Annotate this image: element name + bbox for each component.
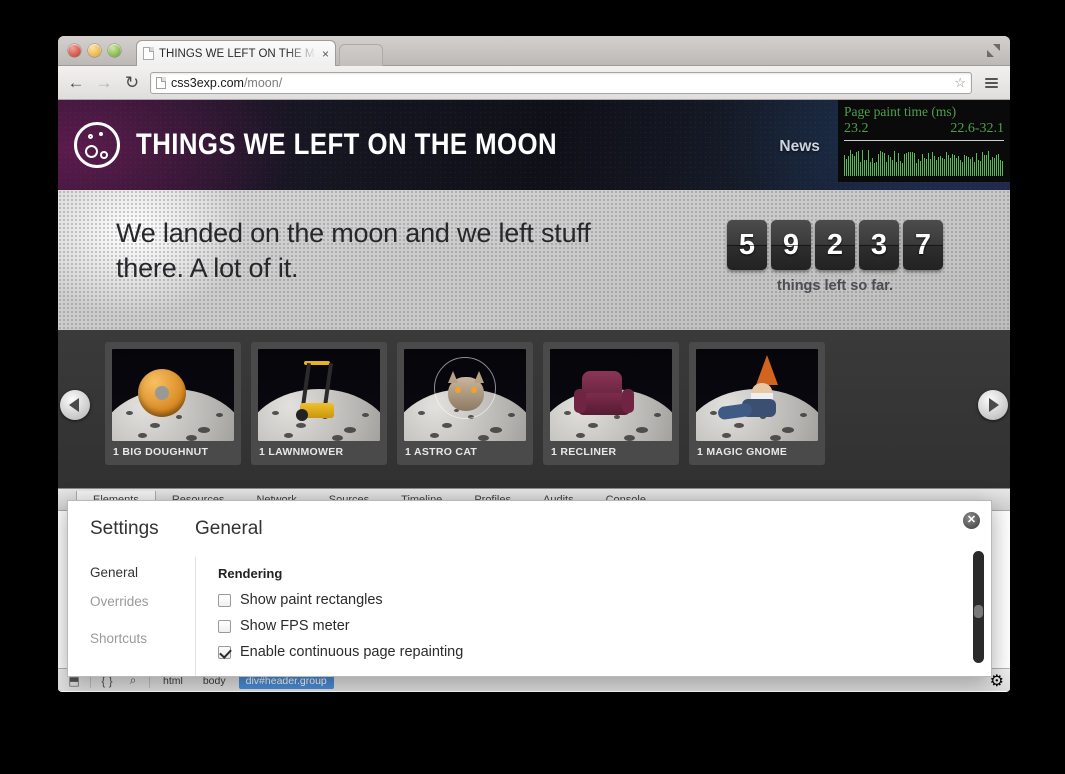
carousel-card-list: 1 BIG DOUGHNUT 1 LAWNMOWER 1 ASTRO CAT 1 RE… bbox=[105, 342, 825, 465]
browser-tab-strip: THINGS WE LEFT ON THE M × bbox=[58, 36, 1010, 66]
close-tab-icon[interactable]: × bbox=[322, 48, 329, 60]
moon-logo-icon bbox=[74, 122, 120, 168]
paint-overlay-divider bbox=[844, 139, 1004, 141]
settings-tab-overrides[interactable]: Overrides bbox=[90, 594, 195, 609]
settings-dialog: Settings General ✕ General Overrides Sho… bbox=[67, 500, 992, 677]
card-label: 1 LAWNMOWER bbox=[259, 446, 344, 458]
url-domain: css3exp.com bbox=[171, 75, 244, 90]
minimize-window-button[interactable] bbox=[88, 44, 101, 57]
site-branding[interactable]: THINGS WE LEFT ON THE MOON bbox=[74, 122, 626, 168]
paint-overlay-values: 23.2 22.6-32.1 bbox=[844, 121, 1004, 137]
settings-body: General Overrides Shortcuts Rendering Sh… bbox=[68, 551, 991, 676]
paint-time-graph bbox=[844, 149, 1004, 176]
url-path: /moon/ bbox=[243, 75, 283, 90]
settings-option-rows: Show paint rectangles Show FPS meter Enabl… bbox=[218, 592, 991, 660]
checkbox[interactable] bbox=[218, 645, 231, 659]
screenshot-root: THINGS WE LEFT ON THE M × ← → ↻ css3exp.… bbox=[0, 0, 1065, 774]
settings-page-title: General bbox=[195, 518, 263, 539]
card-label: 1 ASTRO CAT bbox=[405, 446, 478, 458]
hero-headline: We landed on the moon and we left stuff … bbox=[116, 218, 591, 283]
card-label: 1 MAGIC GNOME bbox=[697, 446, 788, 458]
menu-icon[interactable] bbox=[980, 72, 1002, 94]
maximize-icon[interactable] bbox=[987, 44, 1000, 57]
bookmark-star-icon[interactable]: ☆ bbox=[954, 75, 966, 91]
paint-current-value: 23.2 bbox=[844, 120, 869, 136]
address-bar[interactable]: css3exp.com/moon/ ☆ bbox=[150, 71, 972, 94]
browser-tab[interactable]: THINGS WE LEFT ON THE M × bbox=[136, 40, 336, 66]
counter-digit: 7 bbox=[903, 220, 943, 270]
close-icon[interactable]: ✕ bbox=[963, 512, 980, 529]
address-bar-url: css3exp.com/moon/ bbox=[171, 76, 949, 90]
paint-range-value: 22.6-32.1 bbox=[950, 120, 1004, 136]
counter-digit: 2 bbox=[815, 220, 855, 270]
nav-item-news[interactable]: News bbox=[779, 138, 820, 156]
site-header: THINGS WE LEFT ON THE MOON News Things S… bbox=[58, 100, 1010, 190]
settings-option-row[interactable]: Show paint rectangles bbox=[218, 592, 991, 608]
site-title: THINGS WE LEFT ON THE MOON bbox=[136, 128, 558, 161]
close-window-button[interactable] bbox=[68, 44, 81, 57]
carousel-card[interactable]: 1 LAWNMOWER bbox=[251, 342, 387, 465]
settings-option-row[interactable]: Show FPS meter bbox=[218, 618, 991, 634]
settings-dialog-title: Settings bbox=[90, 518, 159, 539]
counter-digit: 3 bbox=[859, 220, 899, 270]
counter-label: things left so far. bbox=[776, 278, 893, 294]
zoom-window-button[interactable] bbox=[108, 44, 121, 57]
card-thumbnail bbox=[696, 349, 818, 441]
card-thumbnail bbox=[550, 349, 672, 441]
window-controls bbox=[68, 44, 121, 57]
checkbox[interactable] bbox=[218, 619, 231, 633]
settings-tab-general[interactable]: General bbox=[90, 565, 195, 580]
settings-option-label: Show FPS meter bbox=[240, 618, 350, 634]
card-thumbnail bbox=[404, 349, 526, 441]
tab-title: THINGS WE LEFT ON THE M bbox=[159, 47, 315, 60]
paint-overlay-title: Page paint time (ms) bbox=[844, 104, 957, 119]
settings-tab-shortcuts[interactable]: Shortcuts bbox=[90, 631, 195, 646]
card-label: 1 RECLINER bbox=[551, 446, 617, 458]
settings-options: Rendering Show paint rectangles Show FPS … bbox=[195, 551, 991, 676]
back-button[interactable]: ← bbox=[66, 73, 86, 93]
settings-option-row[interactable]: Enable continuous page repainting bbox=[218, 644, 991, 660]
carousel-card[interactable]: 1 BIG DOUGHNUT bbox=[105, 342, 241, 465]
card-label: 1 BIG DOUGHNUT bbox=[113, 446, 209, 458]
settings-group-title: Rendering bbox=[218, 566, 283, 581]
new-tab-button[interactable] bbox=[339, 44, 383, 66]
card-thumbnail bbox=[258, 349, 380, 441]
reload-button[interactable]: ↻ bbox=[122, 73, 142, 93]
carousel-prev-button[interactable] bbox=[60, 390, 90, 420]
browser-toolbar: ← → ↻ css3exp.com/moon/ ☆ bbox=[58, 66, 1010, 100]
paint-time-overlay: Page paint time (ms) 23.2 22.6-32.1 bbox=[838, 100, 1010, 182]
hero-section: We landed on the moon and we left stuff … bbox=[58, 190, 1010, 330]
carousel-card[interactable]: 1 MAGIC GNOME bbox=[689, 342, 825, 465]
counter-digits: 59237 bbox=[727, 220, 943, 270]
carousel-card[interactable]: 1 RECLINER bbox=[543, 342, 679, 465]
site-icon bbox=[156, 76, 166, 89]
settings-scrollbar[interactable] bbox=[973, 551, 984, 663]
things-counter: 59237 things left so far. bbox=[727, 220, 943, 294]
settings-sidebar: General Overrides Shortcuts bbox=[68, 557, 195, 676]
settings-option-label: Show paint rectangles bbox=[240, 592, 383, 608]
counter-digit: 9 bbox=[771, 220, 811, 270]
forward-button[interactable]: → bbox=[94, 73, 114, 93]
settings-header: Settings General bbox=[68, 501, 991, 557]
carousel-card[interactable]: 1 ASTRO CAT bbox=[397, 342, 533, 465]
counter-digit: 5 bbox=[727, 220, 767, 270]
checkbox[interactable] bbox=[218, 593, 231, 607]
carousel-next-button[interactable] bbox=[978, 390, 1008, 420]
settings-option-label: Enable continuous page repainting bbox=[240, 644, 464, 660]
page-icon bbox=[143, 47, 154, 60]
items-carousel: 1 BIG DOUGHNUT 1 LAWNMOWER 1 ASTRO CAT 1 RE… bbox=[58, 330, 1010, 488]
card-thumbnail bbox=[112, 349, 234, 441]
